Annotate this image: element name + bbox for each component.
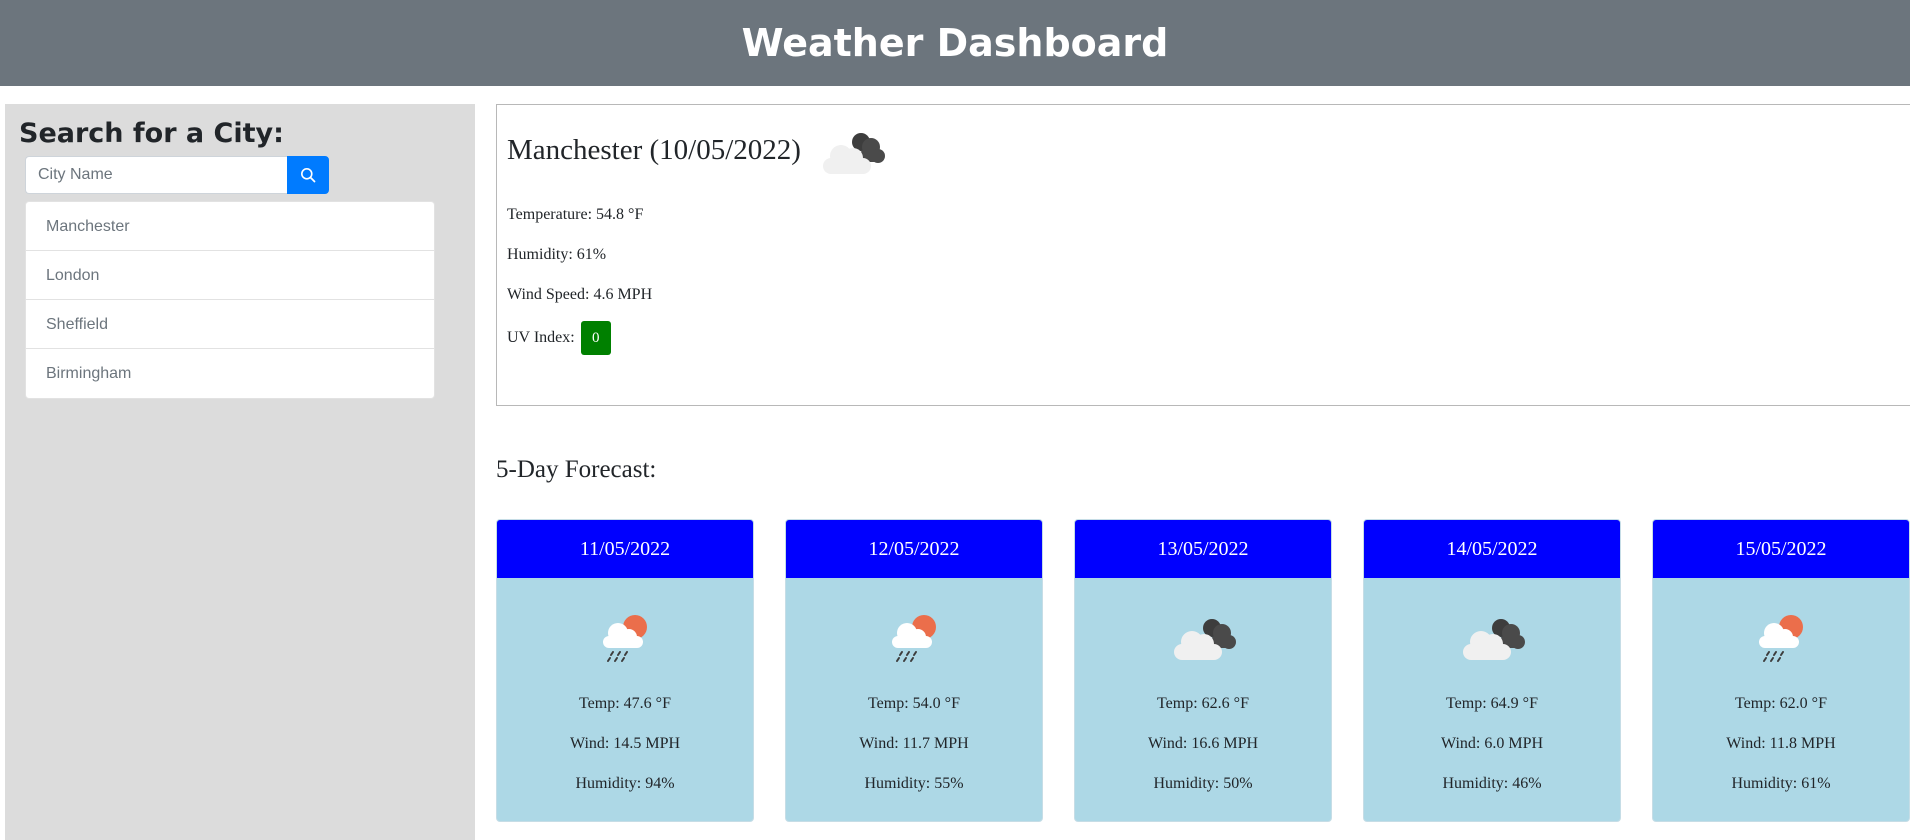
forecast-card: 12/05/2022 Temp: 54.0 °F Wind: 11.7 MPH …: [785, 519, 1043, 822]
page-header: Weather Dashboard: [0, 0, 1910, 86]
rain-sun-icon: [786, 578, 1042, 684]
forecast-temp: Temp: 64.9 °F: [1446, 695, 1538, 712]
history-item-london[interactable]: London: [26, 251, 434, 300]
forecast-card: 15/05/2022 Temp: 62.0 °F Wind: 11.8 MPH …: [1652, 519, 1910, 822]
broken-clouds-icon: [1075, 578, 1331, 684]
broken-clouds-icon: [815, 126, 889, 181]
forecast-wind: Wind: 16.6 MPH: [1147, 735, 1259, 752]
uv-index-label: UV Index:: [507, 329, 575, 346]
forecast-humidity: Humidity: 61%: [1731, 775, 1831, 792]
forecast-cards: 11/05/2022 Temp: 47.6 °F Wind: 14.5 MPH …: [496, 519, 1910, 822]
city-search-input[interactable]: [25, 156, 287, 194]
current-humidity: Humidity: 61%: [507, 246, 607, 263]
search-button[interactable]: [287, 156, 329, 194]
forecast-date: 12/05/2022: [786, 520, 1042, 578]
search-icon: [301, 168, 316, 183]
forecast-date: 14/05/2022: [1364, 520, 1620, 578]
forecast-humidity: Humidity: 46%: [1442, 775, 1542, 792]
forecast-temp: Temp: 54.0 °F: [868, 695, 960, 712]
forecast-wind: Wind: 14.5 MPH: [569, 735, 681, 752]
search-title: Search for a City:: [19, 118, 284, 149]
current-weather-panel: Manchester (10/05/2022) Temperature: 54.…: [496, 104, 1910, 406]
forecast-humidity: Humidity: 55%: [864, 775, 964, 792]
forecast-date: 11/05/2022: [497, 520, 753, 578]
forecast-humidity: Humidity: 50%: [1153, 775, 1253, 792]
rain-sun-icon: [1653, 578, 1909, 684]
forecast-wind: Wind: 11.7 MPH: [859, 735, 969, 752]
search-history-list: Manchester London Sheffield Birmingham: [25, 201, 435, 399]
search-sidebar: Search for a City: Manchester London She…: [5, 104, 475, 840]
forecast-humidity: Humidity: 94%: [575, 775, 675, 792]
forecast-card: 14/05/2022 Temp: 64.9 °F Wind: 6.0 MPH H…: [1363, 519, 1621, 822]
uv-index-badge: 0: [580, 321, 611, 355]
uv-index-row: UV Index: 0: [507, 315, 1900, 361]
forecast-date: 15/05/2022: [1653, 520, 1909, 578]
search-form: [25, 156, 465, 194]
broken-clouds-icon: [1364, 578, 1620, 684]
forecast-wind: Wind: 11.8 MPH: [1726, 735, 1836, 752]
forecast-card: 13/05/2022 Temp: 62.6 °F Wind: 16.6 MPH …: [1074, 519, 1332, 822]
history-item-birmingham[interactable]: Birmingham: [26, 349, 434, 398]
forecast-card: 11/05/2022 Temp: 47.6 °F Wind: 14.5 MPH …: [496, 519, 754, 822]
current-city-title: Manchester (10/05/2022): [507, 133, 801, 166]
rain-sun-icon: [497, 578, 753, 684]
current-temperature: Temperature: 54.8 °F: [507, 206, 644, 223]
history-item-sheffield[interactable]: Sheffield: [26, 300, 434, 349]
forecast-wind: Wind: 6.0 MPH: [1440, 735, 1544, 752]
forecast-date: 13/05/2022: [1075, 520, 1331, 578]
forecast-temp: Temp: 62.0 °F: [1735, 695, 1827, 712]
history-item-manchester[interactable]: Manchester: [26, 202, 434, 251]
current-wind-speed: Wind Speed: 4.6 MPH: [507, 286, 653, 303]
forecast-temp: Temp: 62.6 °F: [1157, 695, 1249, 712]
forecast-title: 5-Day Forecast:: [496, 456, 657, 483]
page-title: Weather Dashboard: [741, 21, 1169, 65]
forecast-temp: Temp: 47.6 °F: [579, 695, 671, 712]
